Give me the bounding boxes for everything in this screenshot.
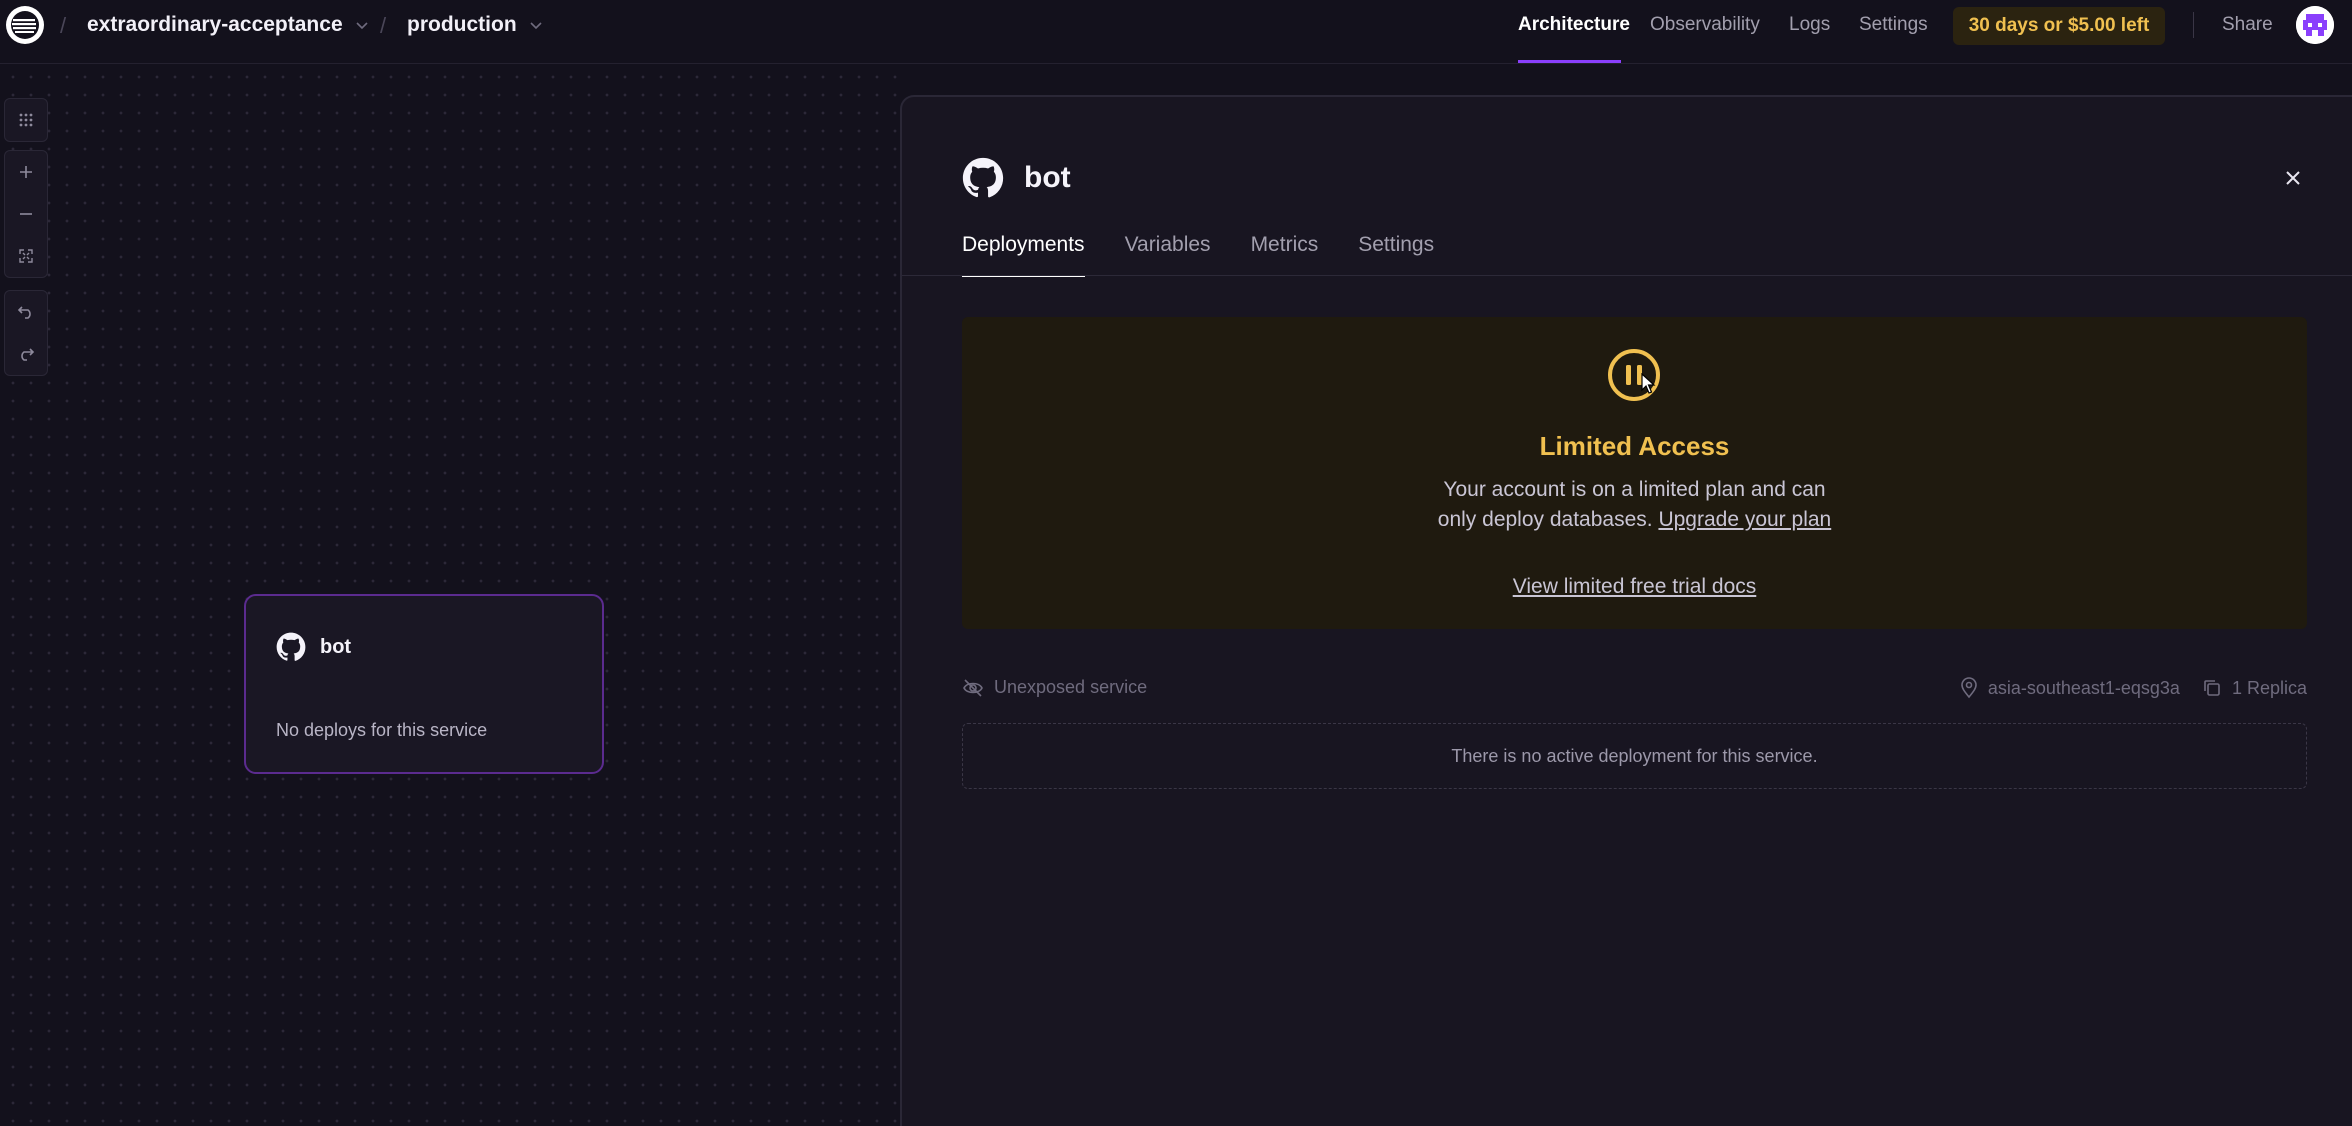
no-deployment-message: There is no active deployment for this s…: [962, 723, 2307, 789]
chevron-down-icon: [530, 22, 542, 30]
panel-header: bot: [962, 157, 1071, 199]
copy-icon: [2204, 680, 2220, 696]
tab-metrics[interactable]: Metrics: [1251, 233, 1319, 277]
avatar[interactable]: [2296, 6, 2334, 44]
nav-observability[interactable]: Observability: [1650, 14, 1760, 36]
chevron-down-icon: [356, 22, 368, 30]
upgrade-plan-link[interactable]: Upgrade your plan: [1658, 508, 1831, 531]
close-icon[interactable]: [2284, 169, 2302, 187]
tab-deployments[interactable]: Deployments: [962, 233, 1085, 277]
undo-icon[interactable]: [5, 291, 47, 333]
redo-icon[interactable]: [5, 333, 47, 375]
deployment-meta: asia-southeast1-eqsg3a 1 Replica: [1960, 677, 2307, 699]
exposure-status: Unexposed service: [962, 677, 1147, 698]
architecture-canvas[interactable]: bot No deploys for this service: [0, 64, 900, 1126]
github-icon: [962, 157, 1004, 198]
breadcrumb-separator: /: [380, 13, 387, 38]
project-selector[interactable]: extraordinary-acceptance: [87, 13, 369, 37]
limited-access-line-1: Your account is on a limited plan and ca…: [1443, 478, 1826, 501]
service-meta-row: Unexposed service asia-southeast1-eqsg3a…: [962, 677, 2307, 707]
service-card-header: bot: [276, 632, 351, 662]
panel-title: bot: [1024, 161, 1071, 194]
service-card-bot[interactable]: bot No deploys for this service: [244, 594, 604, 774]
project-name: extraordinary-acceptance: [87, 13, 343, 36]
tab-variables[interactable]: Variables: [1125, 233, 1211, 277]
share-button[interactable]: Share: [2222, 14, 2273, 36]
region-label: asia-southeast1-eqsg3a: [1987, 677, 2180, 698]
grid-icon[interactable]: [5, 99, 47, 141]
service-card-status: No deploys for this service: [276, 720, 488, 740]
nav-settings[interactable]: Settings: [1859, 14, 1928, 36]
active-nav-indicator: [1518, 60, 1621, 63]
panel-tabs: Deployments Variables Metrics Settings: [962, 233, 1434, 277]
limited-access-description: Your account is on a limited plan and ca…: [962, 475, 2307, 535]
exposure-label: Unexposed service: [994, 677, 1148, 697]
divider: [2193, 12, 2194, 38]
service-card-title: bot: [320, 635, 352, 658]
top-bar: / extraordinary-acceptance / production …: [0, 0, 2352, 64]
eye-off-icon: [963, 678, 983, 697]
limited-access-line-2: only deploy databases. Upgrade your plan: [962, 505, 2307, 535]
breadcrumb-separator: /: [60, 13, 67, 38]
service-detail-panel: bot Deployments Variables Metrics Settin…: [900, 95, 2352, 1126]
railway-logo-icon[interactable]: [6, 6, 44, 44]
tab-settings[interactable]: Settings: [1358, 233, 1434, 277]
fit-view-icon[interactable]: [5, 235, 47, 277]
limited-access-line-2-text: only deploy databases.: [1437, 508, 1659, 531]
canvas-zoom-controls: [4, 150, 48, 278]
free-trial-docs-link[interactable]: View limited free trial docs: [962, 575, 2307, 599]
environment-selector[interactable]: production: [407, 13, 543, 37]
zoom-in-icon[interactable]: [5, 151, 47, 193]
nav-logs[interactable]: Logs: [1789, 14, 1830, 36]
replica-count: 1 Replica: [2231, 677, 2307, 698]
zoom-out-icon[interactable]: [5, 193, 47, 235]
limited-access-banner: Limited Access Your account is on a limi…: [962, 317, 2307, 629]
mouse-cursor-icon: [1641, 373, 1656, 394]
tabs-divider: [902, 275, 2352, 276]
trial-badge[interactable]: 30 days or $5.00 left: [1953, 7, 2165, 45]
location-pin-icon: [1961, 677, 1977, 699]
limited-access-title: Limited Access: [1539, 431, 1730, 461]
nav-architecture[interactable]: Architecture: [1518, 14, 1630, 36]
environment-name: production: [407, 13, 517, 36]
canvas-history-controls: [4, 290, 48, 376]
canvas-toolbar-top: [4, 98, 48, 142]
github-icon: [276, 632, 306, 661]
